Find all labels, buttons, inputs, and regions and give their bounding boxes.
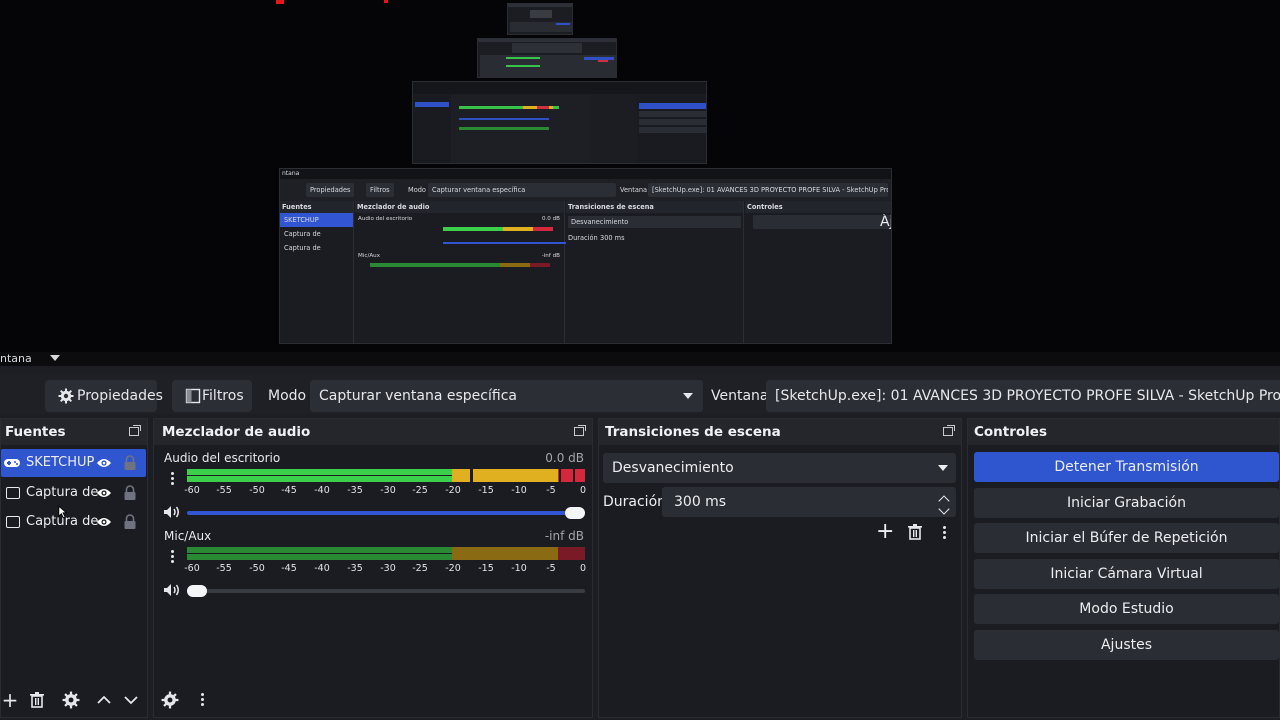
lock-icon[interactable] — [123, 514, 137, 530]
studio-mode-button[interactable]: Modo Estudio — [974, 594, 1279, 624]
properties-button[interactable]: Propiedades — [45, 380, 163, 412]
source-item-capture-2[interactable]: Captura de — [1, 508, 146, 536]
channel-db: -inf dB — [544, 529, 584, 543]
speaker-icon[interactable] — [163, 583, 181, 597]
sources-dock: Fuentes SKETCHUP Captura de Captura de + — [0, 418, 148, 718]
gear-icon — [58, 388, 74, 404]
add-transition-icon[interactable]: + — [876, 521, 894, 543]
mode-value: Capturar ventana específica — [319, 388, 517, 404]
db-scale: -60 -55 -50 -45 -40 -35 -30 -25 -20 -15 -10 -5 0 — [184, 563, 587, 574]
sources-dock-header: Fuentes — [1, 419, 147, 445]
properties-label: Propiedades — [77, 388, 163, 404]
visibility-eye-icon[interactable] — [96, 457, 112, 469]
nested-preview-level-4 — [507, 3, 573, 35]
chevron-down-icon[interactable] — [50, 355, 60, 361]
undock-icon[interactable] — [574, 425, 586, 436]
filters-label: Filtros — [202, 388, 244, 404]
add-icon[interactable]: + — [1, 690, 19, 710]
start-recording-button[interactable]: Iniciar Grabación — [974, 488, 1279, 518]
mode-label: Modo — [268, 388, 307, 404]
more-options-icon[interactable] — [199, 692, 205, 708]
channel-name: Mic/Aux — [164, 529, 212, 543]
window-label: Ventana — [711, 388, 769, 404]
source-label: Captura de — [26, 485, 99, 500]
window-icon — [6, 516, 20, 528]
move-down-icon[interactable] — [122, 691, 140, 709]
mode-select[interactable]: Capturar ventana específica — [310, 380, 703, 412]
settings-button[interactable]: Ajustes — [974, 630, 1279, 660]
gamepad-icon — [4, 458, 20, 469]
obs-window: ntana Propiedades Filtros Modo Capturar … — [0, 0, 1280, 720]
preview-canvas[interactable]: ntana Propiedades Filtros Modo Capturar … — [0, 0, 1280, 352]
transition-value: Desvanecimiento — [612, 460, 734, 476]
volume-slider[interactable] — [187, 507, 585, 519]
filter-icon — [185, 388, 201, 404]
nested-preview-level-1: ntana Propiedades Filtros Modo Capturar … — [279, 168, 892, 344]
duration-value: 300 ms — [674, 494, 727, 510]
undock-icon[interactable] — [943, 425, 955, 436]
mixer-footer — [154, 683, 592, 717]
recording-indicator-small — [384, 0, 388, 3]
start-virtual-camera-button[interactable]: Iniciar Cámara Virtual — [974, 559, 1279, 589]
channel-menu-icon[interactable] — [169, 471, 175, 487]
chevron-down-icon — [683, 393, 693, 399]
filters-button[interactable]: Filtros — [172, 380, 252, 412]
channel-menu-icon[interactable] — [169, 549, 175, 565]
speaker-icon[interactable] — [163, 505, 181, 519]
nested-preview-level-3 — [477, 38, 617, 78]
context-source-type: ntana — [0, 352, 32, 365]
controls-title: Controles — [974, 424, 1047, 440]
more-options-icon[interactable] — [941, 525, 947, 541]
volume-slider[interactable] — [187, 585, 585, 597]
volume-slider-handle[interactable] — [565, 507, 585, 519]
window-value: [SketchUp.exe]: 01 AVANCES 3D PROYECTO P… — [775, 388, 1280, 404]
stop-streaming-button[interactable]: Detener Transmisión — [974, 452, 1279, 482]
sources-footer: + — [1, 683, 147, 717]
visibility-eye-icon[interactable] — [96, 516, 112, 528]
source-toolbar: Propiedades Filtros Modo Capturar ventan… — [0, 374, 1280, 414]
undock-icon[interactable] — [129, 425, 141, 436]
source-label: SKETCHUP — [26, 455, 95, 470]
channel-db: 0.0 dB — [545, 451, 584, 465]
duration-spinbox[interactable]: 300 ms — [662, 487, 956, 517]
mouse-cursor-icon — [58, 505, 68, 519]
chevron-down-icon — [938, 465, 948, 471]
trash-icon[interactable] — [906, 523, 924, 541]
transitions-title: Transiciones de escena — [605, 424, 781, 440]
controls-dock: Controles Detener Transmisión Iniciar Gr… — [967, 418, 1280, 718]
controls-dock-header: Controles — [968, 419, 1279, 445]
spin-down-icon[interactable] — [938, 503, 950, 515]
volume-slider-handle[interactable] — [187, 585, 207, 597]
mixer-dock-header: Mezclador de audio — [154, 419, 592, 445]
nested-preview-level-2 — [412, 81, 707, 164]
obs-main-ui: ntana Propiedades Filtros Modo Capturar … — [0, 352, 1280, 720]
level-meter — [187, 469, 585, 482]
lock-icon[interactable] — [123, 455, 137, 471]
channel-name: Audio del escritorio — [164, 451, 281, 465]
window-select[interactable]: [SketchUp.exe]: 01 AVANCES 3D PROYECTO P… — [766, 380, 1280, 412]
gear-icon[interactable] — [62, 691, 80, 709]
trash-icon[interactable] — [28, 691, 46, 709]
lock-icon[interactable] — [123, 485, 137, 501]
source-item-capture-1[interactable]: Captura de — [1, 479, 146, 507]
mixer-title: Mezclador de audio — [162, 424, 311, 440]
visibility-eye-icon[interactable] — [96, 487, 112, 499]
recording-indicator — [276, 0, 284, 4]
db-scale: -60 -55 -50 -45 -40 -35 -30 -25 -20 -15 -10 -5 0 — [184, 485, 587, 496]
audio-mixer-dock: Mezclador de audio Audio del escritorio … — [153, 418, 593, 718]
transition-select[interactable]: Desvanecimiento — [603, 453, 956, 483]
level-meter — [187, 547, 585, 560]
window-icon — [6, 487, 20, 499]
sources-title: Fuentes — [5, 424, 66, 440]
start-replay-buffer-button[interactable]: Iniciar el Búfer de Repetición — [974, 523, 1279, 553]
scene-transitions-dock: Transiciones de escena Desvanecimiento D… — [598, 418, 962, 718]
transitions-dock-header: Transiciones de escena — [599, 419, 961, 445]
source-item-sketchup[interactable]: SKETCHUP — [1, 449, 146, 477]
gear-icon[interactable] — [161, 691, 179, 709]
source-context-bar: ntana — [0, 352, 1280, 366]
duration-label: Duración — [603, 494, 667, 510]
move-up-icon[interactable] — [95, 691, 113, 709]
